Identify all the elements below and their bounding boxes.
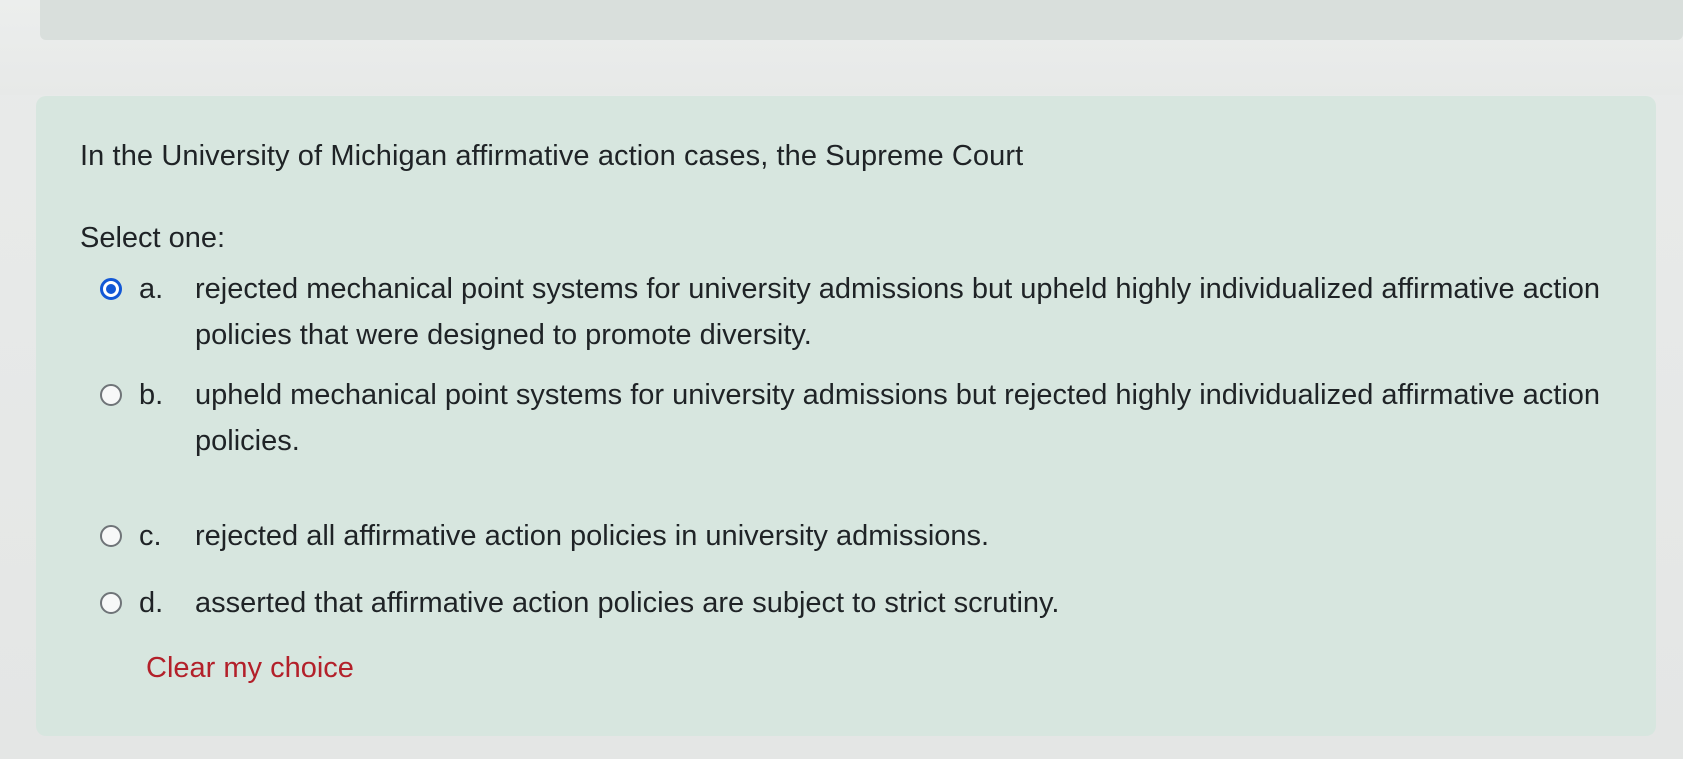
answer-text-b[interactable]: upheld mechanical point systems for univ… bbox=[195, 372, 1625, 464]
answer-option-d[interactable]: d. asserted that affirmative action poli… bbox=[100, 580, 1640, 626]
question-text: In the University of Michigan affirmativ… bbox=[80, 140, 1024, 172]
answer-letter-a: a. bbox=[139, 273, 164, 305]
answer-option-a[interactable]: a. rejected mechanical point systems for… bbox=[100, 266, 1640, 358]
radio-button-b[interactable] bbox=[100, 384, 122, 406]
select-one-prompt: Select one: bbox=[80, 222, 226, 254]
answer-text-d[interactable]: asserted that affirmative action policie… bbox=[195, 580, 1625, 626]
answer-option-b[interactable]: b. upheld mechanical point systems for u… bbox=[100, 372, 1640, 464]
clear-my-choice-link[interactable]: Clear my choice bbox=[146, 652, 354, 685]
radio-button-c[interactable] bbox=[100, 525, 122, 547]
answer-letter-b: b. bbox=[139, 379, 164, 411]
top-navigation-strip bbox=[40, 0, 1683, 40]
answer-text-c[interactable]: rejected all affirmative action policies… bbox=[195, 513, 1625, 559]
answer-option-c[interactable]: c. rejected all affirmative action polic… bbox=[100, 513, 1640, 559]
answer-letter-d: d. bbox=[139, 587, 164, 619]
radio-button-a[interactable] bbox=[100, 278, 122, 300]
answer-text-a[interactable]: rejected mechanical point systems for un… bbox=[195, 266, 1625, 358]
answer-letter-c: c. bbox=[139, 520, 162, 552]
radio-button-d[interactable] bbox=[100, 592, 122, 614]
